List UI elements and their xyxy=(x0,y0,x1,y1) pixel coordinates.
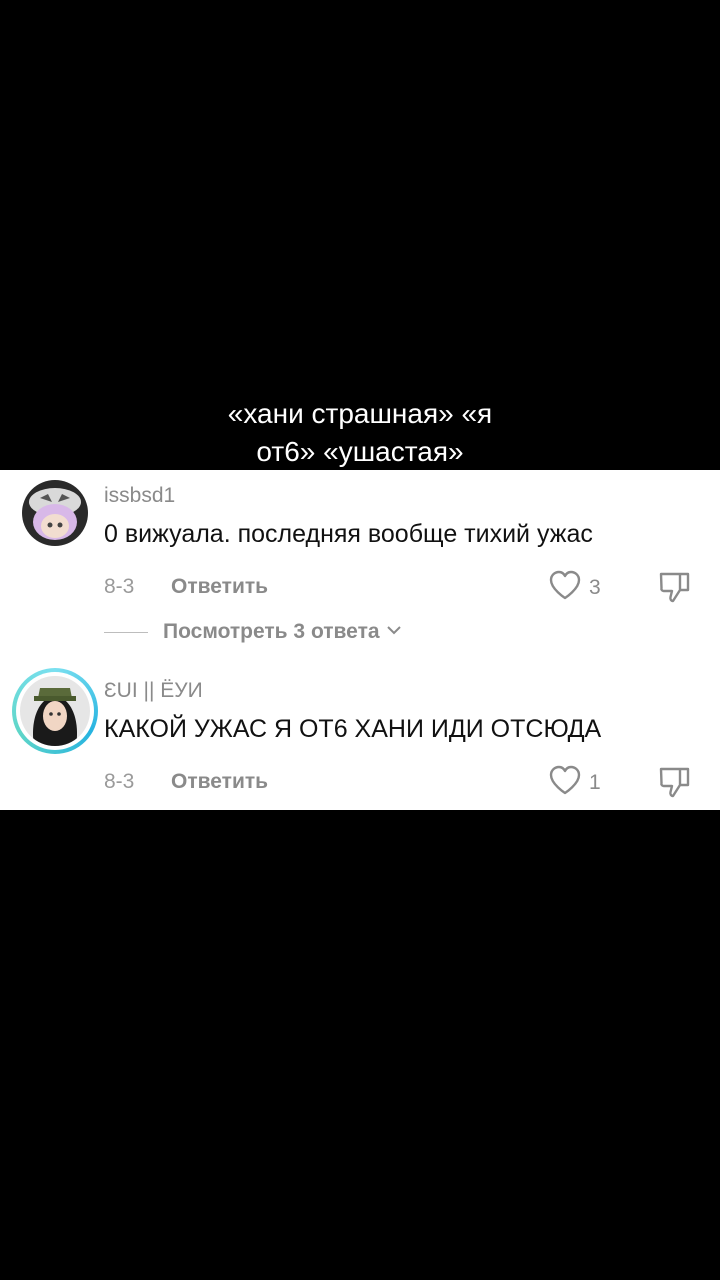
heart-outline-icon xyxy=(549,765,581,800)
like-button[interactable]: 1 xyxy=(549,765,601,800)
comment-username[interactable]: ƐUI || ЁУИ xyxy=(104,679,203,703)
reply-button[interactable]: Ответить xyxy=(171,575,268,599)
like-button[interactable]: 3 xyxy=(549,570,601,605)
video-caption: «хани страшная» «я от6» «ушастая» xyxy=(0,395,720,471)
heart-outline-icon xyxy=(549,570,581,605)
avatar xyxy=(20,676,90,746)
view-replies-button[interactable]: Посмотреть 3 ответа xyxy=(104,620,402,644)
caption-line-1: «хани страшная» «я xyxy=(227,398,493,429)
reply-button[interactable]: Ответить xyxy=(171,770,268,794)
comment-text: КАКОЙ УЖАС Я ОТ6 ХАНИ ИДИ ОТСЮДА xyxy=(104,715,602,743)
chevron-down-icon xyxy=(386,623,402,641)
dislike-button[interactable] xyxy=(658,765,692,804)
divider-line xyxy=(104,631,148,633)
like-count: 1 xyxy=(589,770,601,794)
dislike-button[interactable] xyxy=(658,570,692,609)
comments-panel: issbsd1 0 вижуала. последняя вообще тихи… xyxy=(0,470,720,810)
thumbs-down-icon xyxy=(658,572,692,608)
comment-item: issbsd1 0 вижуала. последняя вообще тихи… xyxy=(0,470,720,650)
view-replies-label: Посмотреть 3 ответа xyxy=(163,620,380,643)
comment-date: 8-3 xyxy=(104,575,135,598)
thumbs-down-icon xyxy=(658,767,692,803)
comment-date: 8-3 xyxy=(104,770,135,793)
comment-username[interactable]: issbsd1 xyxy=(104,484,175,508)
comment-item: ƐUI || ЁУИ КАКОЙ УЖАС Я ОТ6 ХАНИ ИДИ ОТС… xyxy=(0,665,720,810)
caption-line-2: от6» «ушастая» xyxy=(256,436,464,467)
comment-text: 0 вижуала. последняя вообще тихий ужас xyxy=(104,520,593,548)
avatar[interactable] xyxy=(22,480,88,546)
avatar-story-ring[interactable] xyxy=(12,668,98,754)
like-count: 3 xyxy=(589,575,601,599)
